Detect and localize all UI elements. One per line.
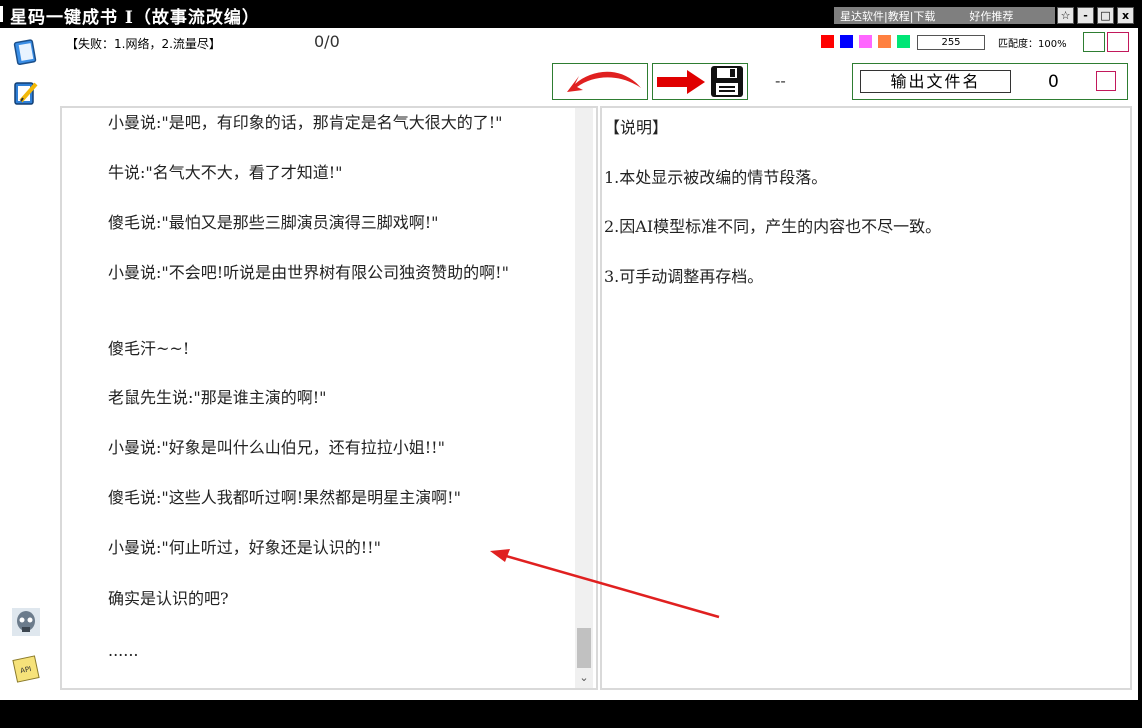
notes-item: 1.本处显示被改编的情节段落。 (604, 168, 828, 187)
color-swatch-pink[interactable] (859, 35, 872, 48)
story-line: 老鼠先生说:"那是谁主演的啊!" (108, 388, 327, 407)
failure-status: 【失败：1.网络，2.流量尽】 (66, 37, 221, 51)
story-line: 小曼说:"何止听过，好象还是认识的!!" (108, 538, 381, 557)
story-line: 确实是认识的吧? (108, 589, 229, 608)
match-rate: 匹配度：100% (998, 39, 1067, 50)
story-line: 小曼说:"是吧，有印象的话，那肯定是名气大很大的了!" (108, 113, 503, 132)
story-line: 傻毛说:"这些人我都听过啊!果然都是明星主演啊!" (108, 488, 461, 507)
story-line: 傻毛说:"最怕又是那些三脚演员演得三脚戏啊!" (108, 213, 439, 232)
notes-item: 2.因AI模型标准不同，产生的内容也不尽一致。 (604, 217, 942, 236)
story-line: 小曼说:"不会吧!听说是由世界树有限公司独资赞助的啊!" (108, 263, 509, 282)
output-checkbox[interactable] (1096, 71, 1116, 91)
output-filename-button[interactable]: 输出文件名 (860, 70, 1011, 93)
top-links-bar[interactable]: 星达软件|教程|下载 好作推荐 (834, 7, 1055, 24)
story-line: 小曼说:"好象是叫什么山伯兄，还有拉拉小姐!!" (108, 438, 445, 457)
api-note-icon[interactable]: API (12, 655, 40, 683)
story-panel[interactable]: 小曼说:"是吧，有印象的话，那肯定是名气大很大的了!" 牛说:"名气大不大，看了… (60, 106, 598, 690)
notebook-pencil-icon[interactable] (12, 79, 40, 107)
story-line: ...... (108, 641, 139, 660)
story-line: 牛说:"名气大不大，看了才知道!" (108, 163, 343, 182)
right-arrow-icon (657, 70, 705, 94)
favorite-button[interactable]: ☆ (1057, 7, 1074, 24)
window-title: 星码一键成书 I（故事流改编） (10, 8, 260, 28)
floppy-disk-icon (711, 66, 743, 97)
title-corner-mark (0, 6, 3, 22)
minimize-button[interactable]: - (1077, 7, 1094, 24)
scrollbar-thumb[interactable] (577, 628, 591, 668)
skull-avatar-icon[interactable] (12, 608, 40, 636)
color-swatch-blue[interactable] (840, 35, 853, 48)
number-input[interactable]: 255 (917, 35, 985, 50)
output-count: 0 (1048, 72, 1059, 92)
save-arrow-graphic (657, 66, 743, 97)
curved-arrow-left-icon (567, 71, 641, 92)
scroll-down-arrow-icon[interactable]: ⌄ (578, 672, 590, 684)
book-icon[interactable] (12, 38, 40, 66)
close-button[interactable]: x (1117, 7, 1134, 24)
pink-checkbox[interactable] (1107, 32, 1129, 52)
notes-heading: 【说明】 (604, 118, 669, 137)
link-software-tutorial-download[interactable]: 星达软件|教程|下载 (840, 8, 935, 24)
progress-counter: 0/0 (314, 32, 340, 51)
save-button[interactable] (652, 63, 748, 100)
maximize-button[interactable]: □ (1097, 7, 1114, 24)
notes-panel: 【说明】 1.本处显示被改编的情节段落。 2.因AI模型标准不同，产生的内容也不… (600, 106, 1132, 690)
green-checkbox[interactable] (1083, 32, 1105, 52)
link-recommend[interactable]: 好作推荐 (969, 8, 1013, 24)
color-swatch-orange[interactable] (878, 35, 891, 48)
undo-button[interactable] (552, 63, 648, 100)
story-line: 傻毛汗~~! (108, 339, 190, 358)
story-scrollbar[interactable] (575, 108, 593, 688)
color-swatch-green[interactable] (897, 35, 910, 48)
status-dash: -- (775, 72, 786, 90)
notes-item: 3.可手动调整再存档。 (604, 267, 764, 286)
color-swatch-red[interactable] (821, 35, 834, 48)
